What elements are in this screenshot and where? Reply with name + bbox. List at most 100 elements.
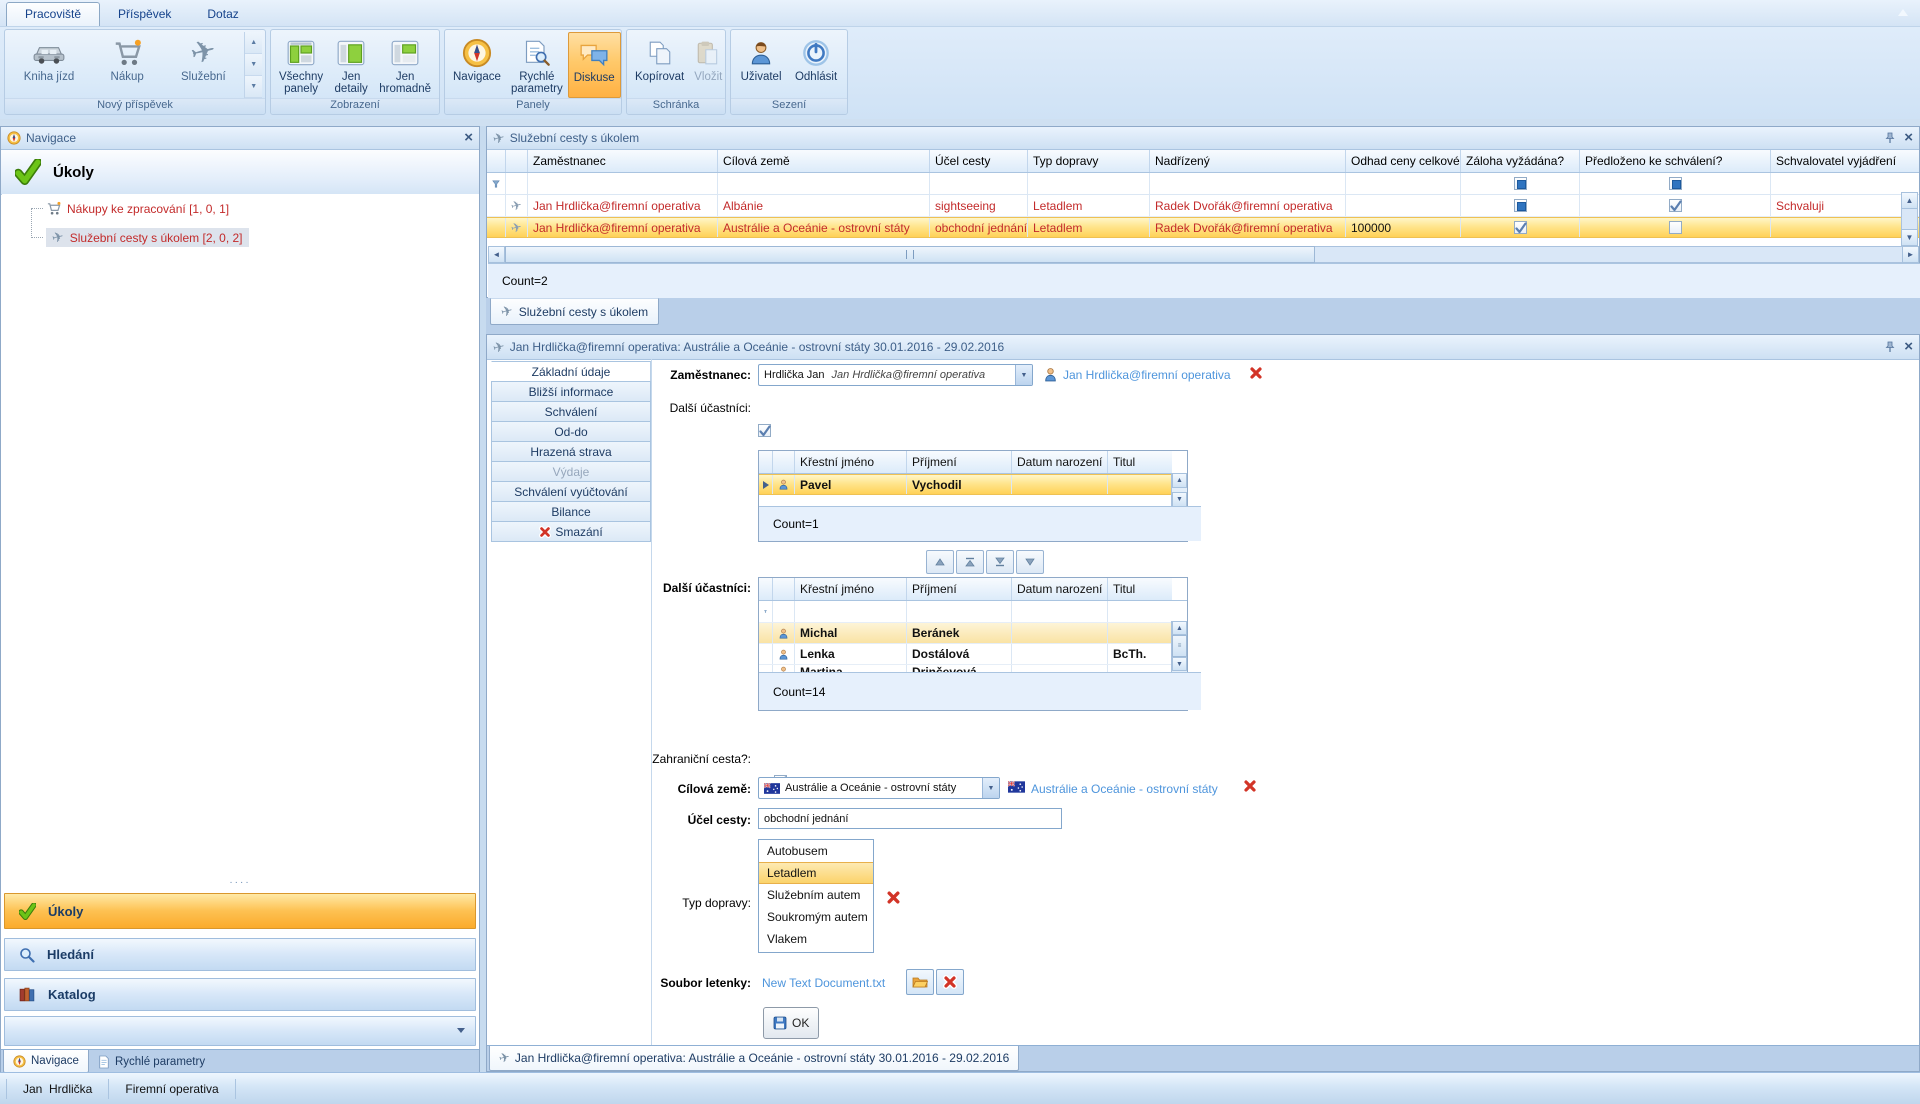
participant-row-pavel[interactable]: Pavel Vychodil xyxy=(759,474,1187,495)
scroll-down-icon[interactable]: ▼ xyxy=(245,54,262,76)
dalsi-ucastnici-checkbox[interactable] xyxy=(758,424,771,437)
listbox-option-letadlem-selected[interactable]: Letadlem xyxy=(759,862,873,884)
zamestnanec-link[interactable]: Jan Hrdlička@firemní operativa xyxy=(1063,368,1231,382)
filter-cell[interactable] xyxy=(795,601,907,622)
participant-row-michal[interactable]: Michal Beránek xyxy=(759,623,1187,643)
sluzebni-button[interactable]: ✈ Služební xyxy=(164,32,242,98)
column-header[interactable]: Účel cesty xyxy=(930,150,1028,172)
tab-prispevek[interactable]: Příspěvek xyxy=(100,3,189,26)
cell-prijmeni[interactable]: Dostálová xyxy=(907,644,1012,664)
scroll-down-icon[interactable]: ▼ xyxy=(1901,229,1918,246)
scroll-up-icon[interactable]: ▲ xyxy=(1172,473,1187,488)
nakup-button[interactable]: Nákup xyxy=(90,32,164,98)
tab-dotaz[interactable]: Dotaz xyxy=(189,3,256,26)
tab-blizsi-informace[interactable]: Bližší informace xyxy=(491,381,651,402)
tab-smazani[interactable]: Smazání xyxy=(491,521,651,542)
zaloha-filter-checkbox[interactable] xyxy=(1514,177,1527,190)
column-header[interactable]: Schvalovatel vyjádření xyxy=(1771,150,1919,172)
jen-detaily-button[interactable]: Jen detaily xyxy=(328,32,374,98)
tasks-section-header[interactable]: Úkoly xyxy=(1,150,479,195)
column-header[interactable]: Datum narození xyxy=(1012,451,1108,473)
tab-hrazena-strava[interactable]: Hrazená strava xyxy=(491,441,651,462)
filter-cell[interactable] xyxy=(1028,173,1150,194)
scroll-left-icon[interactable]: ◄ xyxy=(488,246,505,263)
cell-schvalovatel[interactable] xyxy=(1771,218,1919,237)
cell-typ-dopravy[interactable]: Letadlem xyxy=(1028,195,1150,216)
tree-item-sluzebni-cesty[interactable]: ✈ Služební cesty s úkolem [2, 0, 2] xyxy=(46,228,249,247)
trips-horizontal-scrollbar[interactable]: ◄ ► xyxy=(488,246,1919,263)
filter-cell[interactable] xyxy=(773,601,795,622)
scroll-down-icon[interactable]: ▼ xyxy=(1172,657,1187,671)
cell-predlozeno[interactable] xyxy=(1580,195,1771,216)
move-up-button[interactable] xyxy=(926,550,954,574)
cell-typ-dopravy[interactable]: Letadlem xyxy=(1028,218,1150,237)
dropdown-arrow-icon[interactable]: ▼ xyxy=(1015,365,1032,385)
shortcut-overflow-bar[interactable] xyxy=(4,1016,476,1046)
cell-nadrizeny[interactable]: Radek Dvořák@firemní operativa xyxy=(1150,195,1346,216)
diskuse-button[interactable]: Diskuse xyxy=(568,32,621,98)
scroll-up-icon[interactable]: ▲ xyxy=(1172,621,1187,635)
trips-row-australie-selected[interactable]: ✈ Jan Hrdlička@firemní operativa Austrál… xyxy=(487,217,1919,238)
shortcut-ukoly[interactable]: Úkoly xyxy=(4,893,476,929)
open-file-button[interactable] xyxy=(906,969,934,995)
move-to-bottom-button[interactable] xyxy=(986,550,1014,574)
cell-cilova-zeme[interactable]: Albánie xyxy=(718,195,930,216)
remove-cilova-zeme-icon[interactable] xyxy=(1243,779,1257,793)
vlozit-button[interactable]: Vložit xyxy=(689,32,727,98)
column-header[interactable]: Datum narození xyxy=(1012,578,1108,600)
tab-bilance[interactable]: Bilance xyxy=(491,501,651,522)
participants2-filter-row[interactable] xyxy=(759,601,1187,623)
filter-cell[interactable] xyxy=(1461,173,1580,194)
cell-zamestnanec[interactable]: Jan Hrdlička@firemní operativa xyxy=(528,195,718,216)
cell-schvalovatel[interactable]: Schvaluji xyxy=(1771,195,1919,216)
cell-datum[interactable] xyxy=(1012,475,1108,494)
listbox-option-soukromym-autem[interactable]: Soukromým autem xyxy=(759,906,873,928)
bottom-tab-navigace[interactable]: Navigace xyxy=(3,1050,89,1073)
bottom-tab-rychle-parametry[interactable]: Rychlé parametry xyxy=(89,1050,214,1073)
predlozeno-checkbox[interactable] xyxy=(1669,199,1682,212)
cell-titul[interactable] xyxy=(1108,623,1172,643)
cell-prijmeni[interactable]: Beránek xyxy=(907,623,1012,643)
jen-hromadne-button[interactable]: Jen hromadně xyxy=(374,32,436,98)
filter-cell[interactable] xyxy=(1346,173,1461,194)
column-header[interactable]: Cílová země xyxy=(718,150,930,172)
cell-zaloha[interactable] xyxy=(1461,218,1580,237)
window-corner-icon[interactable] xyxy=(1898,9,1908,16)
gallery-scroll-buttons[interactable]: ▲ ▼ ▼ xyxy=(244,32,262,98)
listbox-option-autobusem[interactable]: Autobusem xyxy=(759,840,873,862)
cell-titul[interactable] xyxy=(1108,475,1172,494)
scroll-right-icon[interactable]: ► xyxy=(1902,246,1919,263)
column-header[interactable]: Typ dopravy xyxy=(1028,150,1150,172)
column-header[interactable]: Nadřízený xyxy=(1150,150,1346,172)
filter-cell[interactable] xyxy=(506,173,528,194)
close-icon[interactable]: × xyxy=(1904,342,1913,352)
filter-cell[interactable] xyxy=(528,173,718,194)
column-header[interactable]: Zaměstnanec xyxy=(528,150,718,172)
move-down-button[interactable] xyxy=(1016,550,1044,574)
splitter-grip[interactable]: ···· xyxy=(1,878,479,891)
filter-cell[interactable] xyxy=(1150,173,1346,194)
predlozeno-checkbox[interactable] xyxy=(1669,221,1682,234)
cell-titul[interactable]: BcTh. xyxy=(1108,644,1172,664)
vsechny-panely-button[interactable]: Všechny panely xyxy=(274,32,328,98)
tab-od-do[interactable]: Od-do xyxy=(491,421,651,442)
cell-zamestnanec[interactable]: Jan Hrdlička@firemní operativa xyxy=(528,218,718,237)
column-header[interactable]: Křestní jméno xyxy=(795,578,907,600)
filter-cell[interactable] xyxy=(1012,601,1108,622)
kniha-jizd-button[interactable]: Kniha jízd xyxy=(8,32,90,98)
cell-ucel-cesty[interactable]: sightseeing xyxy=(930,195,1028,216)
filter-cell[interactable] xyxy=(1108,601,1172,622)
column-header[interactable]: Předloženo ke schválení? xyxy=(1580,150,1771,172)
soubor-letenky-link[interactable]: New Text Document.txt xyxy=(762,976,885,990)
trips-vertical-scrollbar[interactable]: ▲ ▼ xyxy=(1901,192,1918,246)
cell-prijmeni[interactable]: Vychodil xyxy=(907,475,1012,494)
shortcut-hledani[interactable]: Hledání xyxy=(4,938,476,971)
remove-zamestnanec-icon[interactable] xyxy=(1249,366,1263,380)
scrollbar-thumb[interactable] xyxy=(505,246,1315,263)
listbox-option-sluzebnim-autem[interactable]: Služebním autem xyxy=(759,884,873,906)
dropdown-arrow-icon[interactable]: ▼ xyxy=(982,778,999,798)
close-icon[interactable]: × xyxy=(464,133,473,143)
scroll-down-icon[interactable]: ▼ xyxy=(1172,492,1187,507)
cell-jmeno[interactable]: Pavel xyxy=(795,475,907,494)
filter-cell[interactable] xyxy=(907,601,1012,622)
